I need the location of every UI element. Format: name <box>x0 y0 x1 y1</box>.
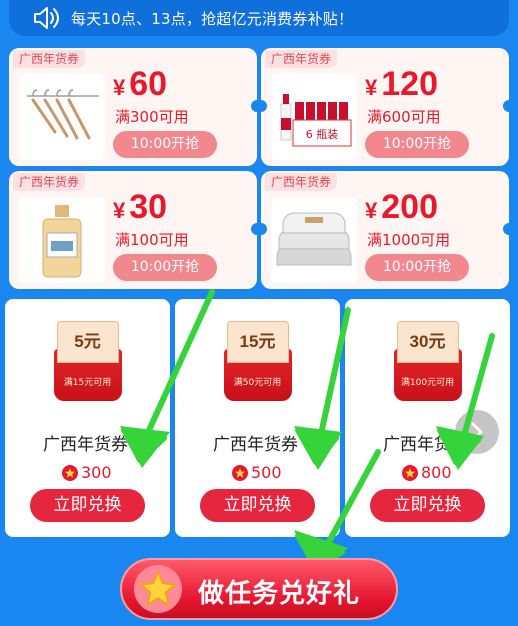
whisky-bottle-icon <box>19 197 105 283</box>
coupon-price: ¥120 <box>365 65 438 103</box>
coupon-price: ¥200 <box>365 188 438 226</box>
points-cost: 300 <box>62 463 112 482</box>
grab-coupon-button[interactable]: 10:00开抢 <box>365 131 469 158</box>
exchange-item-name: 广西年货券 <box>213 435 298 455</box>
coin-star-icon <box>232 464 248 481</box>
voucher-graphic: 满15元可用 5元 <box>53 321 122 401</box>
notice-text: 每天10点、13点，抢超亿元消费券补贴！ <box>71 9 354 28</box>
grab-coupon-button[interactable]: 10:00开抢 <box>365 254 469 281</box>
voucher-amount: 30元 <box>396 321 459 363</box>
voucher-amount: 5元 <box>56 321 119 363</box>
coupon-tag: 广西年货券 <box>13 173 86 191</box>
clothes-hanger-icon <box>19 74 105 160</box>
coupon-condition: 满600可用 <box>367 108 441 126</box>
coupon-condition: 满1000可用 <box>367 231 451 249</box>
grab-coupon-button[interactable]: 10:00开抢 <box>113 254 217 281</box>
points-cost: 500 <box>232 463 282 482</box>
voucher-amount: 15元 <box>226 321 289 363</box>
voucher-graphic: 满50元可用 15元 <box>223 321 292 401</box>
grab-coupon-button[interactable]: 10:00开抢 <box>113 131 217 158</box>
coupon-tag: 广西年货券 <box>265 173 338 191</box>
liquor-bottles-icon: 6 瓶装 <box>271 74 357 160</box>
points-cost: 800 <box>402 463 452 482</box>
star-icon <box>134 565 182 613</box>
coupon-tag: 广西年货券 <box>13 50 86 68</box>
do-tasks-button[interactable]: 做任务兑好礼 <box>120 558 398 620</box>
coupon-card[interactable]: 广西年货券 ¥200 满1000可用 10:00开抢 <box>255 171 515 289</box>
ticket-notch <box>255 100 267 112</box>
coupon-price: ¥30 <box>113 188 168 226</box>
voucher-graphic: 满100元可用 30元 <box>393 321 462 401</box>
coupon-price: ¥60 <box>113 65 168 103</box>
coupon-card[interactable]: 广西年货券 ¥30 满100可用 10:00开抢 <box>9 171 263 289</box>
exchange-item-name: 广西年货券 <box>43 435 128 455</box>
ticket-notch <box>503 223 515 235</box>
coupon-card[interactable]: 广西年货券 ¥60 满300可用 10:00开抢 <box>9 48 263 166</box>
notice-bar: 每天10点、13点，抢超亿元消费券补贴！ <box>9 0 509 36</box>
redeem-button[interactable]: 立即兑换 <box>30 489 145 522</box>
coin-star-icon <box>402 464 418 481</box>
cta-label: 做任务兑好礼 <box>198 579 361 609</box>
exchange-card[interactable]: 满50元可用 15元 广西年货券 500 立即兑换 <box>175 299 340 537</box>
coupon-tag: 广西年货券 <box>265 50 338 68</box>
coupon-condition: 满300可用 <box>115 108 189 126</box>
exchange-card[interactable]: 满15元可用 5元 广西年货券 300 立即兑换 <box>5 299 170 537</box>
chevron-right-icon <box>471 422 483 442</box>
redeem-button[interactable]: 立即兑换 <box>370 489 485 522</box>
coupon-condition: 满100可用 <box>115 231 189 249</box>
ticket-notch <box>255 223 267 235</box>
ticket-notch <box>503 100 515 112</box>
quilt-bedding-icon <box>271 197 357 283</box>
coin-star-icon <box>62 464 78 481</box>
svg-text:6 瓶装: 6 瓶装 <box>306 127 339 141</box>
scroll-right-button[interactable] <box>455 410 499 454</box>
coupon-card[interactable]: 广西年货券 6 瓶装 ¥120 满600可用 10:00开抢 <box>255 48 515 166</box>
redeem-button[interactable]: 立即兑换 <box>200 489 315 522</box>
speaker-icon <box>34 7 59 29</box>
